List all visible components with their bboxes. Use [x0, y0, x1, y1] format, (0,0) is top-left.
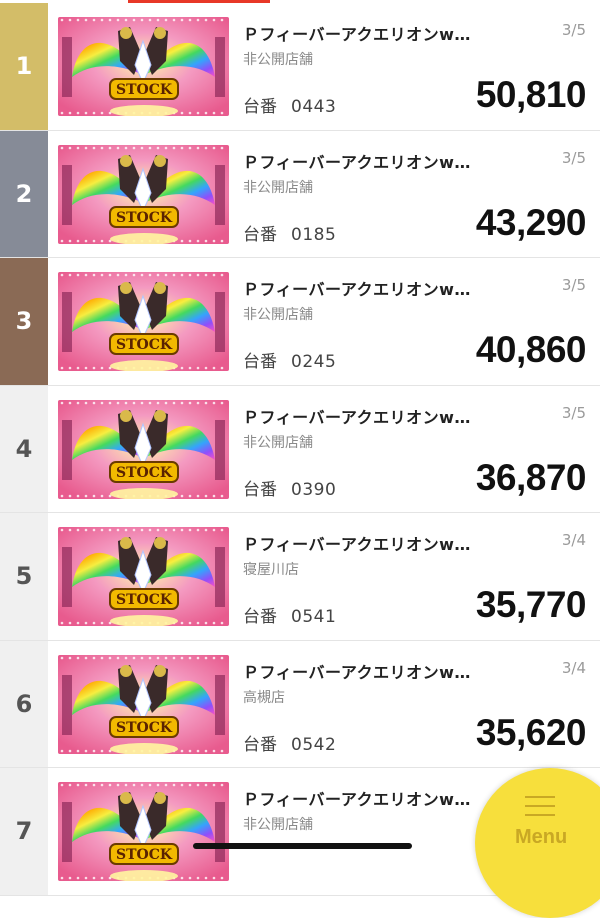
store-name: 非公開店舗 — [243, 52, 313, 68]
machine-number-label: 台番 — [243, 479, 277, 500]
machine-title: Ｐフィーバーアクエリオンw… — [243, 25, 471, 44]
machine-title: Ｐフィーバーアクエリオンw… — [243, 152, 471, 172]
ranking-row[interactable]: 6 STOCK Ｐフィーバーアクエリオンw… 3/4 高槻店 台番 0542 35… — [0, 640, 600, 768]
store-name: 非公開店舗 — [243, 179, 313, 196]
payout-amount: 35,770 — [475, 584, 587, 625]
machine-number: 台番 0185 — [243, 220, 336, 245]
ranking-list: 1 STOCK Ｐフィーバーアクエリオンw… 3/5 非公開店舗 台番 0443 … — [0, 3, 600, 896]
home-indicator — [193, 843, 412, 849]
fraction-badge: 3/4 — [561, 658, 586, 677]
machine-number-label: 台番 — [243, 734, 277, 755]
machine-number-label: 台番 — [243, 352, 277, 372]
rank-badge: 2 — [0, 130, 48, 257]
menu-label[interactable]: Menu — [515, 826, 567, 849]
svg-text:STOCK: STOCK — [116, 465, 173, 481]
store-name: 寝屋川店 — [243, 562, 299, 578]
machine-number: 台番 0542 — [243, 730, 336, 755]
machine-number: 台番 0390 — [243, 475, 336, 500]
ranking-row[interactable]: 1 STOCK Ｐフィーバーアクエリオンw… 3/5 非公開店舗 台番 0443 … — [0, 3, 600, 131]
machine-number-value: 0542 — [291, 734, 337, 755]
machine-number-value: 0245 — [291, 352, 337, 372]
svg-text:STOCK: STOCK — [116, 82, 173, 98]
rank-badge: 3 — [0, 258, 48, 385]
machine-title: Ｐフィーバーアクエリオンw… — [243, 407, 471, 427]
machine-thumbnail[interactable]: STOCK — [58, 144, 229, 244]
machine-number-value: 0185 — [291, 224, 337, 245]
machine-number-value: 0541 — [291, 607, 337, 627]
rank-badge: 7 — [0, 768, 48, 895]
rank-badge: 5 — [0, 513, 48, 640]
machine-number-label: 台番 — [243, 607, 277, 627]
machine-thumbnail[interactable]: STOCK — [58, 272, 229, 371]
svg-text:STOCK: STOCK — [116, 210, 173, 226]
payout-amount: 43,290 — [475, 201, 587, 243]
store-name: 非公開店舗 — [243, 817, 313, 833]
machine-number-value: 0390 — [291, 479, 337, 500]
machine-number: 台番 0541 — [243, 602, 336, 627]
rank-badge: 6 — [0, 640, 48, 767]
machine-thumbnail[interactable]: STOCK — [58, 527, 229, 626]
ranking-row[interactable]: 2 STOCK Ｐフィーバーアクエリオンw… 3/5 非公開店舗 台番 0185 … — [0, 130, 600, 258]
svg-text:STOCK: STOCK — [116, 847, 173, 863]
machine-thumbnail[interactable]: STOCK — [58, 399, 229, 499]
svg-text:STOCK: STOCK — [116, 592, 173, 608]
payout-amount: 35,620 — [475, 711, 587, 753]
machine-title: Ｐフィーバーアクエリオンw… — [243, 535, 471, 554]
fraction-badge: 3/5 — [561, 276, 586, 294]
machine-thumbnail[interactable]: STOCK — [58, 782, 229, 881]
machine-number — [243, 857, 257, 877]
payout-amount: 50,810 — [475, 74, 587, 115]
machine-number: 台番 0443 — [243, 92, 336, 117]
ranking-row[interactable]: 3 STOCK Ｐフィーバーアクエリオンw… 3/5 非公開店舗 台番 0245 … — [0, 258, 600, 386]
rank-badge: 4 — [0, 385, 48, 512]
store-name: 高槻店 — [243, 689, 285, 706]
payout-amount: 40,860 — [475, 329, 587, 370]
machine-number-label: 台番 — [243, 224, 277, 245]
ranking-row[interactable]: 5 STOCK Ｐフィーバーアクエリオンw… 3/4 寝屋川店 台番 0541 3… — [0, 513, 600, 641]
machine-title: Ｐフィーバーアクエリオンw… — [243, 662, 471, 682]
fraction-badge: 3/4 — [561, 531, 586, 549]
machine-number-label: 台番 — [243, 97, 277, 117]
fraction-badge: 3/5 — [561, 403, 586, 422]
machine-thumbnail[interactable]: STOCK — [58, 17, 229, 116]
ranking-row[interactable]: 4 STOCK Ｐフィーバーアクエリオンw… 3/5 非公開店舗 台番 0390 … — [0, 385, 600, 513]
payout-amount: 36,870 — [475, 456, 587, 498]
svg-text:STOCK: STOCK — [116, 720, 173, 736]
hamburger-icon[interactable] — [525, 796, 555, 816]
machine-title: Ｐフィーバーアクエリオンw… — [243, 280, 471, 299]
store-name: 非公開店舗 — [243, 434, 313, 451]
rank-badge: 1 — [0, 3, 48, 130]
machine-number-value: 0443 — [291, 97, 337, 117]
machine-number: 台番 0245 — [243, 347, 336, 372]
store-name: 非公開店舗 — [243, 307, 313, 323]
svg-text:STOCK: STOCK — [116, 337, 173, 353]
fraction-badge: 3/5 — [561, 21, 586, 39]
fraction-badge: 3/5 — [561, 148, 586, 167]
machine-thumbnail[interactable]: STOCK — [58, 654, 229, 754]
